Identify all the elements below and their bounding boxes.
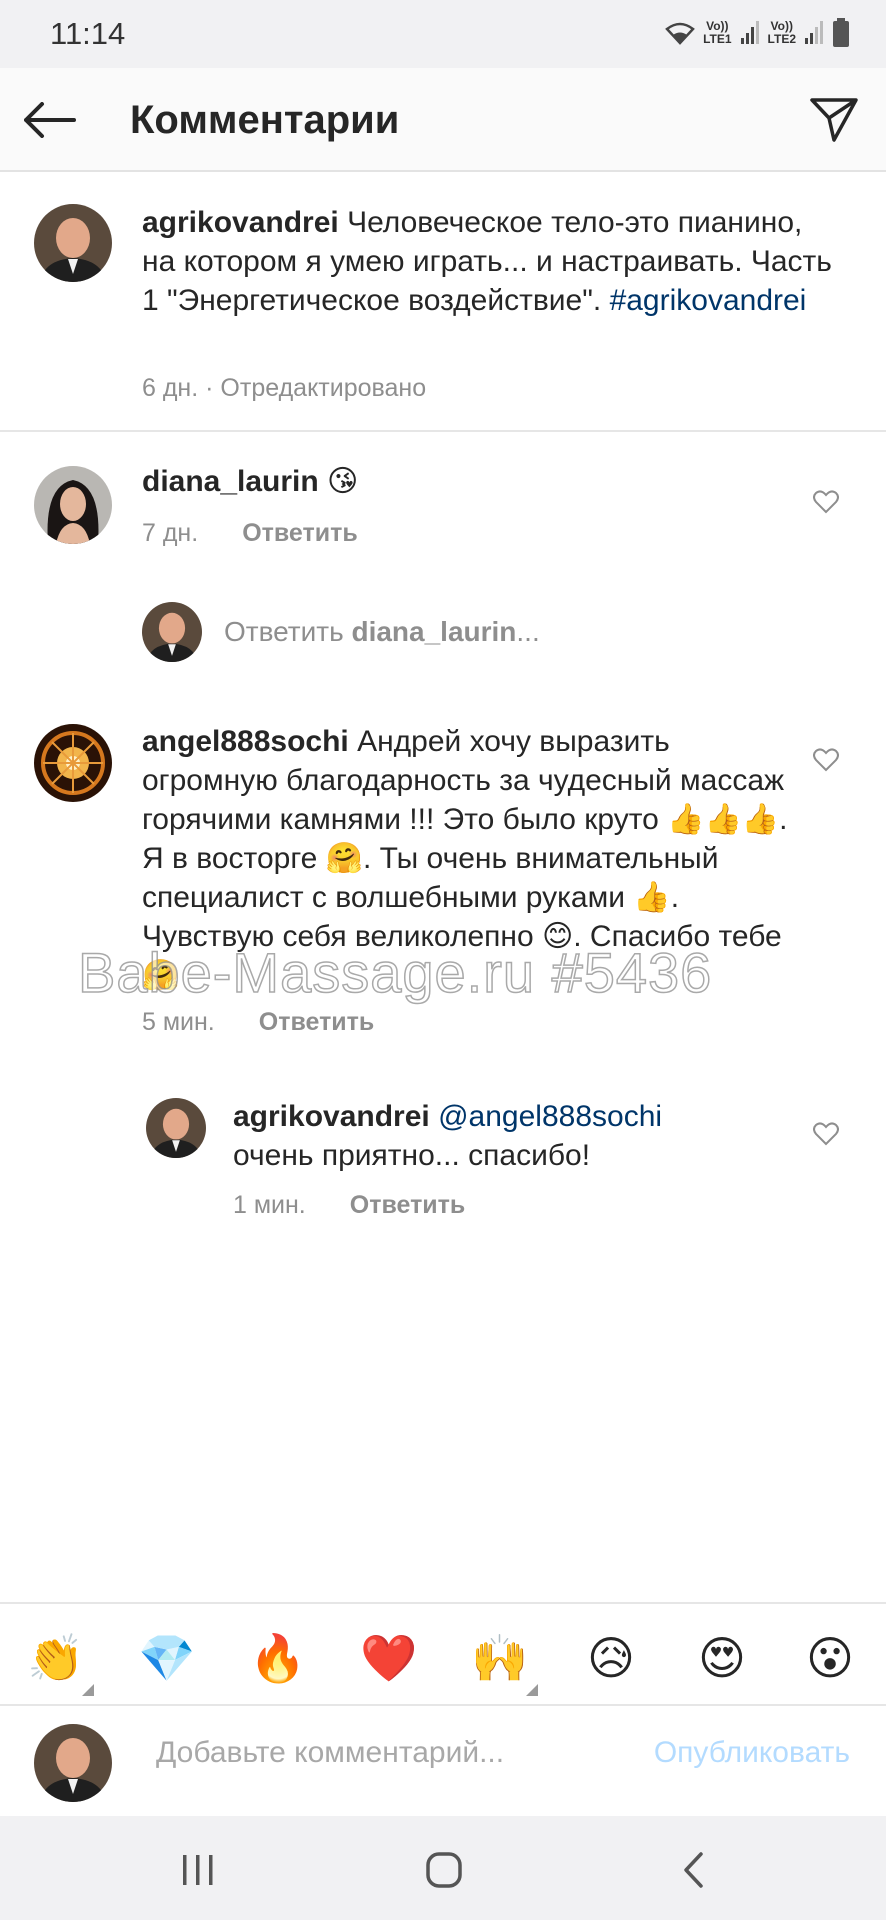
- emoji-sad-button[interactable]: 😥: [581, 1628, 641, 1688]
- sim1-label: Vo)) LTE1: [703, 19, 732, 46]
- like-button[interactable]: [808, 484, 844, 520]
- recent-apps-button[interactable]: [174, 1846, 222, 1894]
- caption-username[interactable]: agrikovandrei: [142, 206, 339, 239]
- avatar[interactable]: [146, 1098, 206, 1158]
- reply-meta: 1 мин. Ответить: [233, 1191, 465, 1220]
- quick-emoji-bar: 👏 💎 🔥 ❤️ 🙌 😥 😍 😮: [0, 1602, 886, 1706]
- avatar-agrikovandrei: [142, 602, 202, 662]
- emoji-raised-hands-button[interactable]: 🙌: [470, 1628, 530, 1688]
- comment-time: 7 дн.: [142, 519, 199, 547]
- emoji-clap-button[interactable]: 👏: [26, 1628, 86, 1688]
- comment-body: 😘: [318, 465, 359, 498]
- emoji-gem-button[interactable]: 💎: [137, 1628, 197, 1688]
- avatar-agrikovandrei: [34, 204, 112, 282]
- heart-outline-icon: [813, 490, 839, 514]
- divider: [0, 430, 886, 432]
- caption-meta: 6 дн. · Отредактировано: [142, 374, 426, 403]
- reply-time: 1 мин.: [233, 1191, 306, 1219]
- reply-text: agrikovandrei @angel888sochi очень прият…: [233, 1097, 793, 1175]
- avatar[interactable]: [34, 466, 112, 544]
- navigation-bar: [0, 1816, 886, 1920]
- skin-tone-indicator: [526, 1684, 538, 1696]
- paper-plane-icon: [810, 98, 858, 142]
- status-icons: Vo)) LTE1 Vo)) LTE2: [665, 16, 850, 50]
- comment-meta: 5 мин. Ответить: [142, 1008, 374, 1037]
- chevron-left-icon: [684, 1852, 703, 1888]
- home-button[interactable]: [420, 1846, 468, 1894]
- status-time: 11:14: [50, 16, 126, 51]
- caption-time: 6 дн.: [142, 374, 199, 402]
- page-title: Комментарии: [130, 98, 400, 142]
- comment-time: 5 мин.: [142, 1008, 215, 1036]
- reply-username[interactable]: agrikovandrei: [233, 1100, 430, 1133]
- avatar-angel888sochi: [34, 724, 112, 802]
- avatar-agrikovandrei: [146, 1098, 206, 1158]
- reply-body: очень приятно... спасибо!: [233, 1139, 591, 1172]
- status-bar: 11:14 Vo)) LTE1 Vo)) LTE2: [0, 0, 886, 68]
- avatar: [34, 1724, 112, 1802]
- watermark: Babe-Massage.ru #5436: [77, 940, 713, 1005]
- caption-hashtag[interactable]: #agrikovandrei: [610, 284, 807, 317]
- heart-outline-icon: [813, 748, 839, 772]
- emoji-heart-eyes-button[interactable]: 😍: [692, 1628, 752, 1688]
- avatar-agrikovandrei: [34, 1724, 112, 1802]
- share-button[interactable]: [806, 92, 862, 148]
- reply-mention[interactable]: @angel888sochi: [438, 1100, 662, 1133]
- comment-username[interactable]: angel888sochi: [142, 725, 349, 758]
- caption-edited: · Отредактировано: [205, 374, 427, 402]
- emoji-heart-button[interactable]: ❤️: [359, 1628, 419, 1688]
- comment-username[interactable]: diana_laurin: [142, 465, 319, 498]
- heart-outline-icon: [813, 1122, 839, 1146]
- avatar-diana-laurin: [34, 466, 112, 544]
- back-button[interactable]: [22, 92, 78, 148]
- battery-icon: [833, 18, 849, 47]
- skin-tone-indicator: [82, 1684, 94, 1696]
- comment-meta: 7 дн. Ответить: [142, 519, 358, 548]
- sim2-label: Vo)) LTE2: [767, 19, 796, 46]
- reply-button[interactable]: Ответить: [350, 1191, 466, 1220]
- recent-apps-icon: [183, 1855, 213, 1885]
- avatar[interactable]: [34, 204, 112, 282]
- comment-text: diana_laurin 😘: [142, 462, 792, 501]
- home-icon: [426, 1852, 462, 1888]
- signal-icon-2: [805, 21, 823, 44]
- signal-icon-1: [740, 21, 759, 44]
- avatar[interactable]: [142, 602, 202, 662]
- reply-button[interactable]: Ответить: [259, 1008, 375, 1037]
- like-button[interactable]: [808, 1116, 844, 1152]
- post-button[interactable]: Опубликовать: [654, 1736, 850, 1770]
- avatar[interactable]: [34, 724, 112, 802]
- reply-button[interactable]: Ответить: [242, 519, 358, 548]
- reply-prompt-target: diana_laurin: [351, 616, 517, 647]
- arrow-left-icon: [24, 102, 76, 138]
- comment-composer: Добавьте комментарий... Опубликовать: [0, 1706, 886, 1816]
- caption-text: agrikovandrei Человеческое тело-это пиан…: [142, 203, 842, 320]
- back-nav-button[interactable]: [670, 1846, 718, 1894]
- reply-prompt[interactable]: Ответить diana_laurin...: [224, 616, 540, 648]
- comment-input[interactable]: Добавьте комментарий...: [156, 1736, 504, 1770]
- header: Комментарии: [0, 68, 886, 172]
- wifi-icon: [665, 22, 695, 45]
- emoji-surprised-button[interactable]: 😮: [800, 1628, 860, 1688]
- like-button[interactable]: [808, 742, 844, 778]
- emoji-fire-button[interactable]: 🔥: [248, 1628, 308, 1688]
